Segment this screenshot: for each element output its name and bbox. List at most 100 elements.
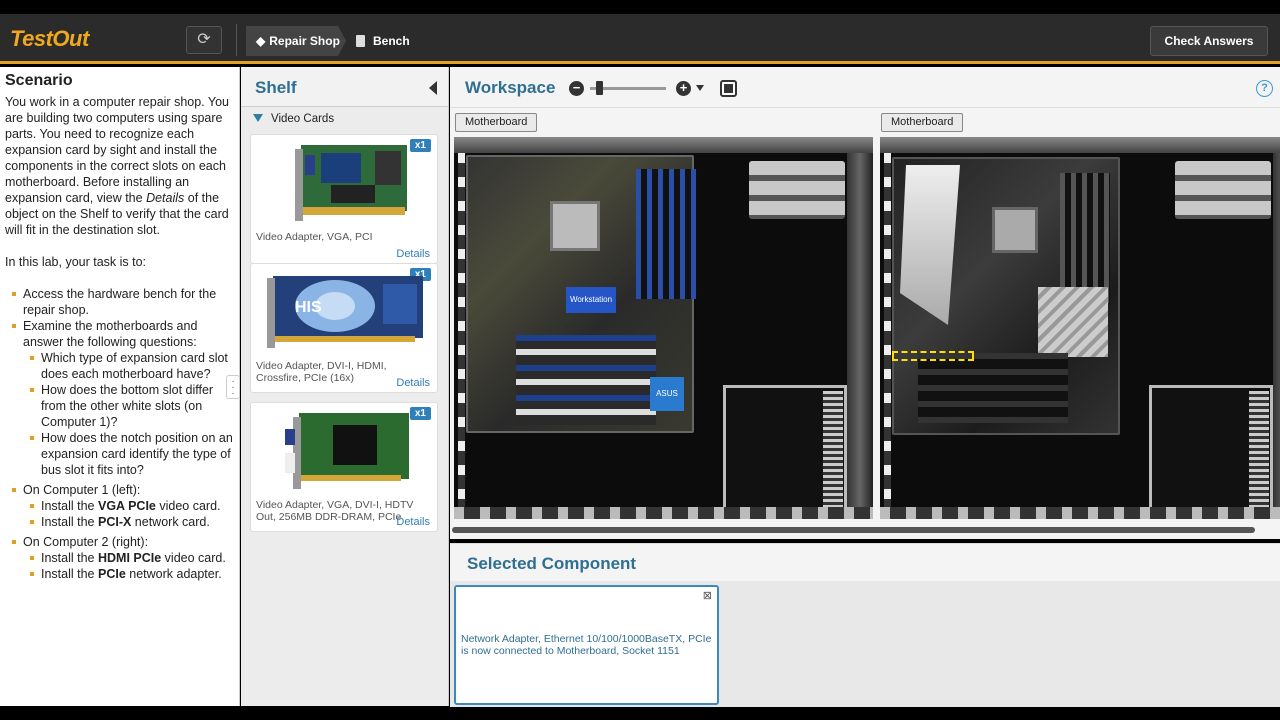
scenario-panel: Scenario You work in a computer repair s… [0, 67, 240, 706]
details-link[interactable]: Details [396, 516, 430, 528]
breadcrumb-label: Repair Shop [269, 34, 340, 48]
motherboard-computer-2[interactable] [892, 157, 1120, 435]
text-bold: HDMI PCIe [97, 551, 162, 565]
zoom-in-icon[interactable]: + [676, 81, 691, 96]
text-bold: PCI-X [97, 515, 132, 529]
expansion-slots[interactable] [516, 335, 656, 425]
fit-to-screen-icon[interactable] [720, 80, 737, 97]
installed-card-highlight[interactable] [892, 351, 974, 361]
subtask-item: Install the HDMI PCIe video card. [23, 550, 234, 566]
video-card-image: HIS [267, 276, 423, 348]
app-window: TestOut ⟳ ◆ Repair Shop Bench Check Answe… [0, 0, 1280, 720]
divider [236, 24, 237, 56]
category-video-cards[interactable]: Video Cards [253, 113, 334, 125]
text: video card. [155, 499, 221, 513]
task-item: Access the hardware bench for the repair… [5, 286, 234, 318]
item-name: Video Adapter, VGA, PCI [256, 231, 373, 243]
refresh-button[interactable]: ⟳ [186, 26, 222, 54]
panel-resize-handle[interactable]: · · · [226, 375, 240, 399]
io-shroud [900, 165, 960, 325]
testout-logo: TestOut [10, 26, 89, 51]
text: Install the [41, 515, 98, 529]
task-item: On Computer 2 (right): Install the HDMI … [5, 534, 234, 582]
motherboard-label-computer-2[interactable]: Motherboard [881, 113, 964, 132]
workspace-title: Workspace [465, 78, 556, 97]
scenario-title: Scenario [5, 72, 73, 89]
task-text: Examine the motherboards and answer the … [23, 319, 198, 349]
collapse-icon[interactable] [429, 81, 437, 95]
task-text: On Computer 2 (right): [23, 535, 149, 549]
shelf-item-vga-pci[interactable]: x1 Video Adapter, VGA, PCI Details [250, 134, 438, 264]
case-rail [847, 153, 873, 519]
help-icon[interactable]: ? [1256, 80, 1273, 97]
text-bold: PCIe [97, 567, 126, 581]
layers-icon: ◆ [256, 34, 266, 48]
selected-component-panel: Selected Component ⊠ Network Adapter, Et… [450, 543, 1280, 707]
task-intro: In this lab, your task is to: [5, 255, 147, 269]
refresh-icon: ⟳ [197, 31, 211, 48]
video-card-image [295, 145, 407, 221]
motherboard-label-computer-1[interactable]: Motherboard [455, 113, 538, 132]
category-label: Video Cards [271, 113, 335, 125]
shelf-panel: Shelf Video Cards x1 Video Adapter, VGA,… [241, 67, 449, 706]
expand-triangle-icon [253, 114, 263, 122]
shelf-item-hdmi-pcie[interactable]: x1 HIS Video Adapter, DVI-I, HDMI, Cross… [250, 263, 438, 393]
case-rail [1273, 153, 1280, 519]
task-item: On Computer 1 (left): Install the VGA PC… [5, 482, 234, 530]
motherboard-computer-1[interactable]: Workstation ASUS [466, 155, 696, 433]
divider [450, 107, 1280, 108]
top-bar: TestOut ⟳ ◆ Repair Shop Bench Check Answe… [0, 14, 1280, 64]
cpu-socket[interactable] [992, 207, 1038, 253]
text: network card. [131, 515, 210, 529]
case-rail [884, 153, 891, 507]
drive-bays [1175, 161, 1271, 219]
memory-slots[interactable] [1060, 173, 1110, 303]
zoom-dropdown-icon[interactable] [696, 85, 704, 91]
text: Install the [41, 551, 98, 565]
workspace-panel: Workspace − + ? Motherboard Motherboard … [450, 67, 1280, 539]
breadcrumb-bench[interactable]: Bench [356, 26, 410, 56]
video-card-image [285, 413, 409, 489]
psu-grill [823, 391, 843, 507]
psu-grill [1249, 391, 1269, 507]
task-item: Examine the motherboards and answer the … [5, 318, 234, 478]
task-list: Access the hardware bench for the repair… [5, 286, 234, 582]
svg-text:HIS: HIS [295, 299, 322, 316]
expansion-slot-covers [454, 507, 873, 519]
drive-bays [749, 161, 845, 219]
case-rail [458, 153, 465, 507]
text: Install the [41, 567, 98, 581]
intro-details-emphasis: Details [146, 191, 185, 205]
selected-component-message: Network Adapter, Ethernet 10/100/1000Bas… [461, 633, 712, 657]
question-item: Which type of expansion card slot does e… [23, 350, 234, 382]
zoom-out-icon[interactable]: − [569, 81, 584, 96]
question-item: How does the notch position on an expans… [23, 430, 234, 478]
expansion-slots[interactable] [918, 353, 1068, 423]
check-answers-button[interactable]: Check Answers [1150, 26, 1268, 56]
text: network adapter. [125, 567, 222, 581]
computer-2-case[interactable] [880, 137, 1280, 519]
selected-component-title: Selected Component [467, 554, 637, 573]
cpu-socket[interactable] [550, 201, 600, 251]
details-link[interactable]: Details [396, 377, 430, 389]
close-icon[interactable]: ⊠ [703, 589, 712, 602]
shelf-title: Shelf [255, 78, 297, 97]
intro-text: You work in a computer repair shop. You … [5, 95, 229, 205]
task-text: On Computer 1 (left): [23, 483, 141, 497]
chipset-heatsink: Workstation [566, 287, 616, 313]
text-bold: VGA PCIe [97, 499, 156, 513]
horizontal-scrollbar[interactable] [452, 527, 1255, 533]
breadcrumb-repair-shop[interactable]: ◆ Repair Shop [246, 26, 346, 56]
zoom-slider-handle[interactable] [596, 81, 603, 95]
computer-1-case[interactable]: Workstation ASUS [454, 137, 873, 519]
scenario-intro: You work in a computer repair shop. You … [5, 94, 234, 238]
subtask-item: Install the PCI-X network card. [23, 514, 234, 530]
subtask-item: Install the PCIe network adapter. [23, 566, 234, 582]
text: video card. [161, 551, 226, 565]
memory-slots[interactable] [636, 169, 696, 299]
shelf-item-vga-dvi-pcie[interactable]: x1 Video Adapter, VGA, DVI-I, HDTV Out, … [250, 402, 438, 532]
selected-component-card[interactable]: ⊠ Network Adapter, Ethernet 10/100/1000B… [454, 585, 719, 705]
details-link[interactable]: Details [396, 248, 430, 260]
subtask-item: Install the VGA PCIe video card. [23, 498, 234, 514]
breadcrumb-label: Bench [373, 34, 410, 48]
